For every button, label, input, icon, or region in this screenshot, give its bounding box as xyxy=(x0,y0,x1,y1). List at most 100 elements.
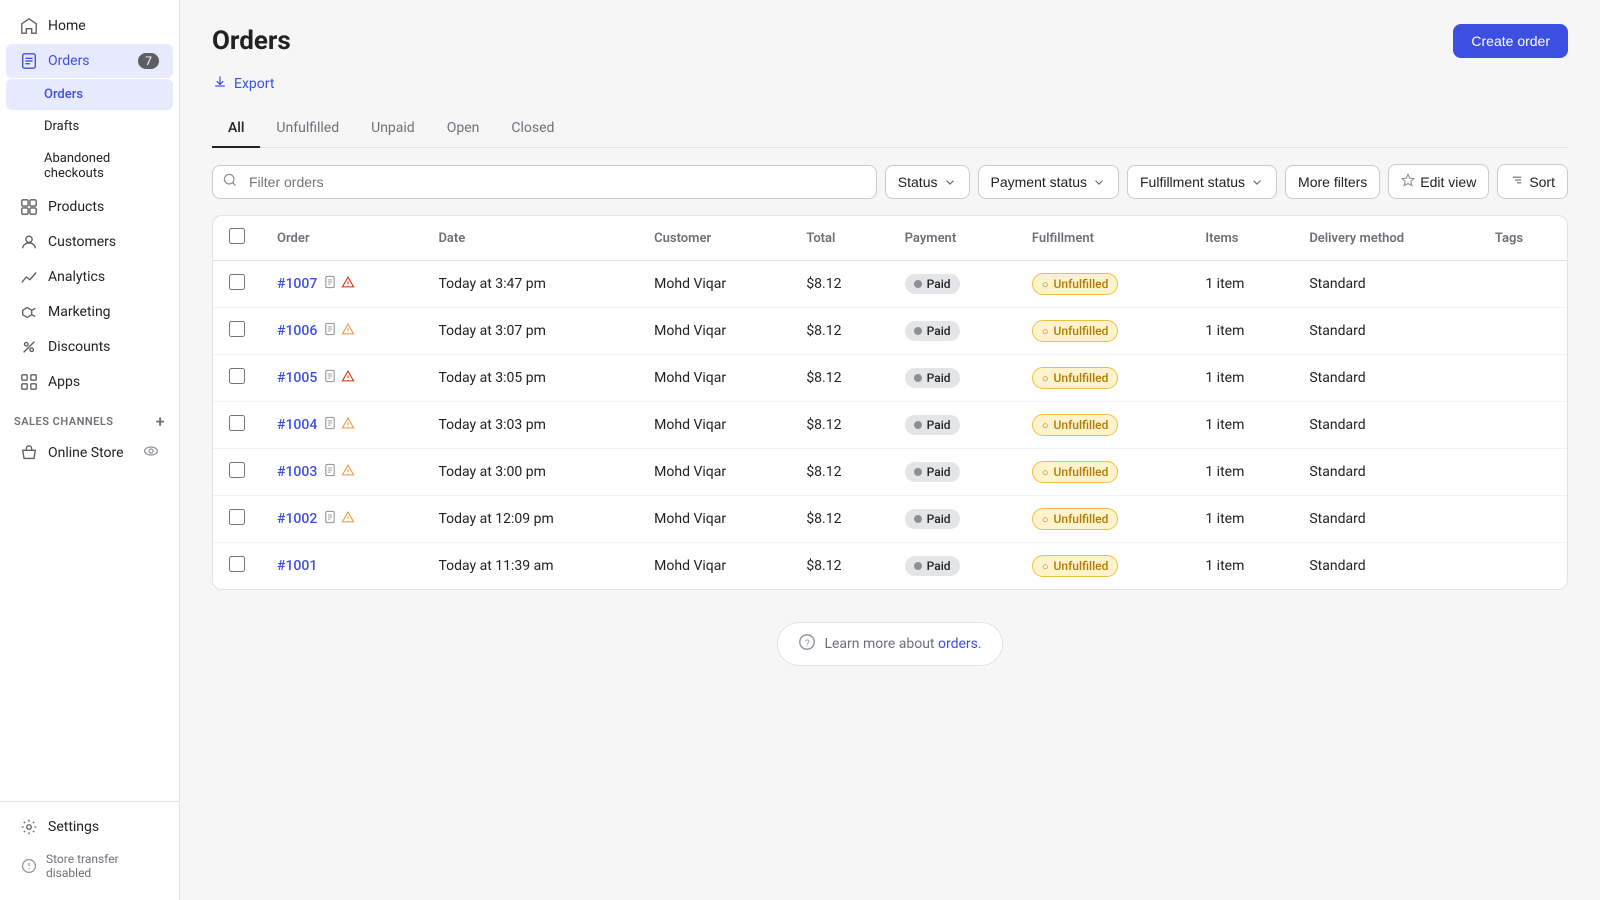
col-tags: Tags xyxy=(1479,216,1567,261)
sidebar-item-drafts[interactable]: Drafts xyxy=(6,111,173,142)
sales-channels-section: SALES CHANNELS + xyxy=(0,400,179,435)
sidebar-item-orders-sub[interactable]: Orders xyxy=(6,79,173,110)
sidebar-item-home[interactable]: Home xyxy=(6,9,173,43)
order-payment: Paid xyxy=(889,543,1016,590)
filters-row: Status Payment status Fulfillment status… xyxy=(212,164,1568,199)
order-customer: Mohd Viqar xyxy=(638,355,790,402)
sidebar-item-apps[interactable]: Apps xyxy=(6,365,173,399)
order-items: 1 item xyxy=(1189,449,1293,496)
order-fulfillment: Unfulfilled xyxy=(1016,449,1189,496)
order-tags xyxy=(1479,308,1567,355)
order-payment: Paid xyxy=(889,402,1016,449)
status-filter-button[interactable]: Status xyxy=(885,165,970,199)
fulfillment-status-filter-button[interactable]: Fulfillment status xyxy=(1127,165,1277,199)
order-items: 1 item xyxy=(1189,261,1293,308)
order-customer: Mohd Viqar xyxy=(638,449,790,496)
order-payment: Paid xyxy=(889,496,1016,543)
row-checkbox[interactable] xyxy=(229,462,245,478)
sidebar-item-settings[interactable]: Settings xyxy=(6,810,173,844)
order-tags xyxy=(1479,355,1567,402)
order-customer: Mohd Viqar xyxy=(638,543,790,590)
export-icon xyxy=(212,74,228,94)
row-checkbox[interactable] xyxy=(229,556,245,572)
row-checkbox[interactable] xyxy=(229,415,245,431)
sidebar-item-abandoned-checkouts[interactable]: Abandoned checkouts xyxy=(6,143,173,189)
col-delivery: Delivery method xyxy=(1293,216,1479,261)
sidebar-item-products[interactable]: Products xyxy=(6,190,173,224)
create-order-button[interactable]: Create order xyxy=(1453,24,1568,58)
tab-unpaid[interactable]: Unpaid xyxy=(355,110,431,148)
tab-unfulfilled[interactable]: Unfulfilled xyxy=(260,110,355,148)
sidebar-item-marketing[interactable]: Marketing xyxy=(6,295,173,329)
customers-icon xyxy=(20,233,38,251)
learn-more-box: ? Learn more about orders. xyxy=(777,622,1002,666)
warning-icon xyxy=(341,369,355,387)
export-row[interactable]: Export xyxy=(212,74,1568,94)
col-total: Total xyxy=(790,216,888,261)
sidebar-item-online-store[interactable]: Online Store xyxy=(6,436,173,470)
more-filters-button[interactable]: More filters xyxy=(1285,165,1380,199)
sidebar-item-orders[interactable]: Orders 7 xyxy=(6,44,173,78)
export-label: Export xyxy=(234,76,274,92)
order-link[interactable]: #1004 xyxy=(277,417,317,433)
products-icon xyxy=(20,198,38,216)
order-items: 1 item xyxy=(1189,543,1293,590)
order-delivery: Standard xyxy=(1293,496,1479,543)
sidebar-item-customers[interactable]: Customers xyxy=(6,225,173,259)
tab-all[interactable]: All xyxy=(212,110,260,148)
order-tags xyxy=(1479,402,1567,449)
order-fulfillment: Unfulfilled xyxy=(1016,355,1189,402)
order-link[interactable]: #1007 xyxy=(277,276,317,292)
order-link[interactable]: #1001 xyxy=(277,558,317,574)
edit-view-button[interactable]: Edit view xyxy=(1388,164,1489,199)
row-checkbox[interactable] xyxy=(229,274,245,290)
row-checkbox[interactable] xyxy=(229,321,245,337)
order-payment: Paid xyxy=(889,308,1016,355)
order-tags xyxy=(1479,496,1567,543)
online-store-eye-icon[interactable] xyxy=(143,443,159,463)
warning-icon xyxy=(341,322,355,340)
sidebar-item-analytics[interactable]: Analytics xyxy=(6,260,173,294)
order-link[interactable]: #1003 xyxy=(277,464,317,480)
order-tags xyxy=(1479,261,1567,308)
order-delivery: Standard xyxy=(1293,355,1479,402)
order-delivery: Standard xyxy=(1293,402,1479,449)
sidebar-item-marketing-label: Marketing xyxy=(48,304,111,320)
order-link[interactable]: #1002 xyxy=(277,511,317,527)
svg-text:?: ? xyxy=(805,638,810,648)
orders-link[interactable]: orders. xyxy=(938,636,982,652)
abandoned-checkouts-label: Abandoned checkouts xyxy=(44,151,159,181)
order-date: Today at 12:09 pm xyxy=(422,496,638,543)
sidebar: Home Orders 7 Orders Drafts Abandoned ch… xyxy=(0,0,180,900)
sidebar-item-apps-label: Apps xyxy=(48,374,80,390)
store-transfer-icon xyxy=(20,857,38,875)
row-checkbox[interactable] xyxy=(229,368,245,384)
tab-open[interactable]: Open xyxy=(431,110,496,148)
table-row: #1002 Today at 12:09 pm Mohd Viqar $8.12… xyxy=(213,496,1567,543)
sidebar-item-discounts[interactable]: Discounts xyxy=(6,330,173,364)
search-input[interactable] xyxy=(212,165,877,199)
orders-table-wrap: Order Date Customer Total Payment Fulfil… xyxy=(212,215,1568,590)
payment-status-filter-button[interactable]: Payment status xyxy=(978,165,1120,199)
online-store-icon xyxy=(20,444,38,462)
order-tags xyxy=(1479,449,1567,496)
table-row: #1003 Today at 3:00 pm Mohd Viqar $8.12 … xyxy=(213,449,1567,496)
order-delivery: Standard xyxy=(1293,261,1479,308)
sort-icon xyxy=(1510,173,1524,190)
doc-icon xyxy=(323,322,337,340)
select-all-checkbox[interactable] xyxy=(229,228,245,244)
order-customer: Mohd Viqar xyxy=(638,402,790,449)
orders-badge: 7 xyxy=(138,53,159,69)
tab-closed[interactable]: Closed xyxy=(495,110,570,148)
doc-icon xyxy=(323,463,337,481)
order-total: $8.12 xyxy=(790,308,888,355)
row-checkbox[interactable] xyxy=(229,509,245,525)
add-sales-channel-icon[interactable]: + xyxy=(156,412,165,431)
order-link[interactable]: #1005 xyxy=(277,370,317,386)
online-store-label: Online Store xyxy=(48,445,124,461)
order-link[interactable]: #1006 xyxy=(277,323,317,339)
order-customer: Mohd Viqar xyxy=(638,496,790,543)
page-header: Orders Create order xyxy=(212,24,1568,58)
sort-button[interactable]: Sort xyxy=(1497,164,1568,199)
main-content: Orders Create order Export All Unfulfill… xyxy=(180,0,1600,900)
